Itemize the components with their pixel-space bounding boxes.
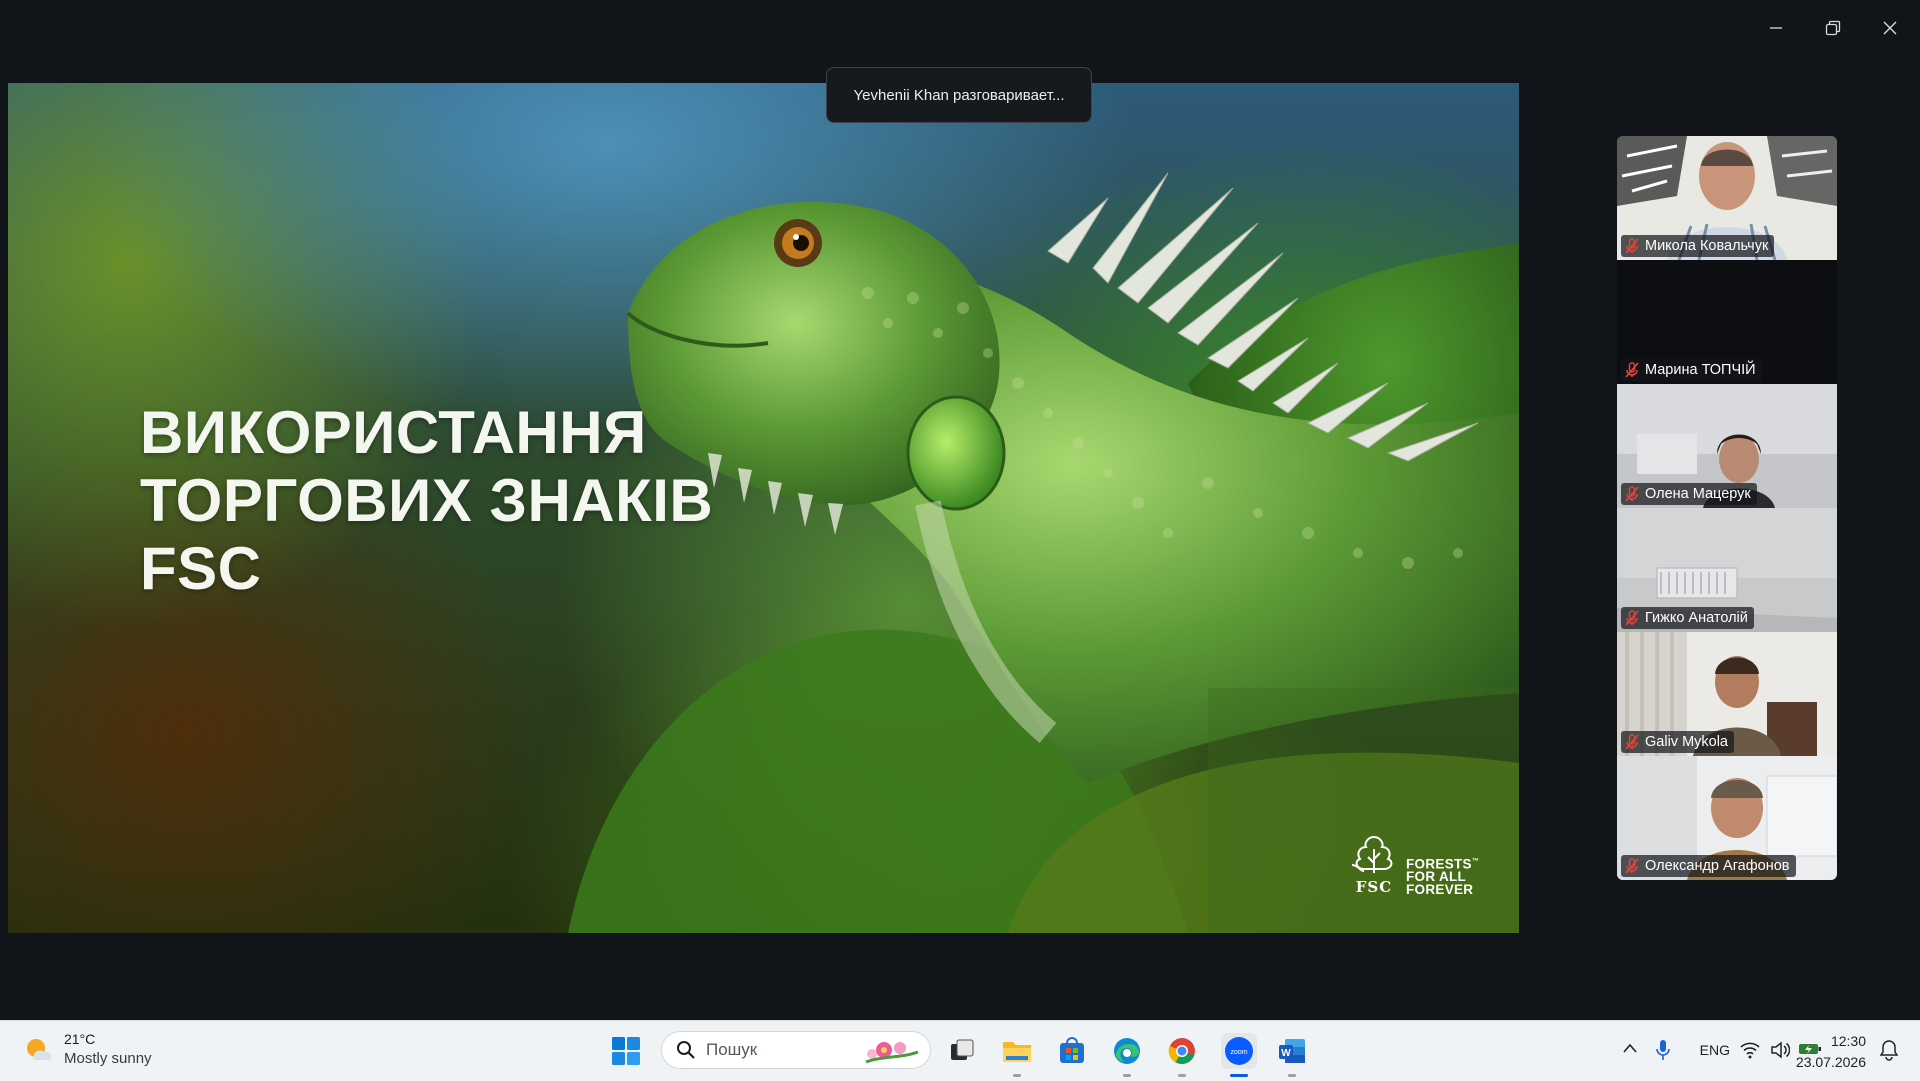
active-indicator [1230,1074,1248,1077]
input-language[interactable]: ENG [1700,1042,1730,1058]
participant-nameplate: Олена Мацерук [1621,483,1757,505]
participant-nameplate: Олександр Агафонов [1621,855,1796,877]
weather-temperature: 21°C [64,1031,96,1047]
taskbar-clock[interactable]: 12:30 23.07.2026 [1796,1031,1866,1073]
clock-date: 23.07.2026 [1795,1054,1866,1070]
chrome-icon [1168,1038,1195,1064]
weather-condition: Mostly sunny [64,1050,152,1067]
microphone-icon[interactable] [1656,1039,1670,1061]
participant-tile[interactable]: Galiv Mykola [1617,632,1837,756]
svg-text:W: W [1281,1048,1291,1059]
running-indicator [1288,1074,1296,1077]
taskbar: 21°C Mostly sunny Пошук zoom W ENG 12:30… [0,1020,1920,1081]
running-indicator [1123,1074,1131,1077]
muted-mic-icon [1625,610,1639,626]
slide-title: ВИКОРИСТАННЯ ТОРГОВИХ ЗНАКІВ FSC [140,399,714,602]
store-icon [1060,1037,1084,1063]
svg-text:zoom: zoom [1230,1049,1247,1056]
taskbar-app-zoom[interactable]: zoom [1221,1033,1257,1077]
participant-nameplate: Микола Ковальчук [1621,235,1775,257]
muted-mic-icon [1625,734,1639,750]
participant-name: Гижко Анатолій [1645,610,1748,626]
taskbar-search[interactable]: Пошук [661,1031,931,1069]
taskbar-app-edge[interactable] [1109,1033,1145,1077]
fsc-wordmark: FSC [1355,878,1393,896]
clock-time: 12:30 [1830,1033,1866,1049]
active-speaker-tooltip: Yevhenii Khan разговаривает... [826,67,1092,123]
fsc-tree-icon [1351,835,1393,873]
participant-name: Олена Мацерук [1645,486,1751,502]
restore-icon [1825,20,1841,36]
weather-widget[interactable]: 21°C Mostly sunny [24,1031,152,1067]
start-button[interactable] [612,1037,640,1065]
folder-icon [1003,1042,1031,1062]
close-button[interactable] [1870,10,1910,46]
minimize-icon [1770,27,1782,29]
taskbar-app-file-explorer[interactable] [999,1033,1035,1077]
edge-icon [1114,1038,1140,1064]
muted-mic-icon [1625,362,1639,378]
participant-nameplate: Galiv Mykola [1621,731,1734,753]
participant-tile[interactable]: Гижко Анатолій [1617,508,1837,632]
muted-mic-icon [1625,486,1639,502]
running-indicator [1013,1074,1021,1077]
minimize-button[interactable] [1756,10,1796,46]
search-icon [677,1041,695,1059]
participant-tile[interactable]: Марина ТОПЧІЙ [1617,260,1837,384]
participant-tile[interactable]: Микола Ковальчук [1617,136,1837,260]
participant-name: Микола Ковальчук [1645,238,1769,254]
restore-button[interactable] [1813,10,1853,46]
participant-gallery[interactable]: Микола Ковальчук Марина ТОПЧІЙ Олена Мац… [1617,136,1837,880]
participant-name: Марина ТОПЧІЙ [1645,362,1756,378]
partly-sunny-icon [27,1039,52,1060]
fsc-logo: FSC FORESTS™ FOR ALL FOREVER [1350,835,1479,896]
search-placeholder: Пошук [706,1040,758,1059]
participant-nameplate: Марина ТОПЧІЙ [1621,359,1762,381]
muted-mic-icon [1625,858,1639,874]
participant-tile[interactable]: Олена Мацерук [1617,384,1837,508]
close-icon [1883,21,1897,35]
wifi-icon[interactable] [1740,1041,1760,1059]
participant-nameplate: Гижко Анатолій [1621,607,1754,629]
participant-name: Олександр Агафонов [1645,858,1790,874]
shared-screen-slide: ВИКОРИСТАННЯ ТОРГОВИХ ЗНАКІВ FSC FSC FOR… [8,83,1519,933]
participant-tile[interactable]: Олександр Агафонов [1617,756,1837,880]
zoom-icon: zoom [1225,1037,1253,1065]
fsc-slogan: FORESTS™ FOR ALL FOREVER [1406,856,1480,897]
taskbar-app-microsoft-store[interactable] [1054,1033,1090,1069]
volume-icon[interactable] [1770,1041,1790,1059]
search-highlight-flowers-icon [865,1042,919,1064]
taskbar-app-word[interactable]: W [1274,1033,1310,1077]
taskbar-app-chrome[interactable] [1164,1033,1200,1077]
task-view-button[interactable] [944,1033,980,1069]
muted-mic-icon [1625,238,1639,254]
task-view-icon [951,1039,974,1060]
running-indicator [1178,1074,1186,1077]
chevron-up-icon[interactable] [1623,1043,1637,1053]
notification-bell-icon[interactable] [1880,1039,1898,1061]
word-icon: W [1279,1039,1305,1063]
participant-name: Galiv Mykola [1645,734,1728,750]
